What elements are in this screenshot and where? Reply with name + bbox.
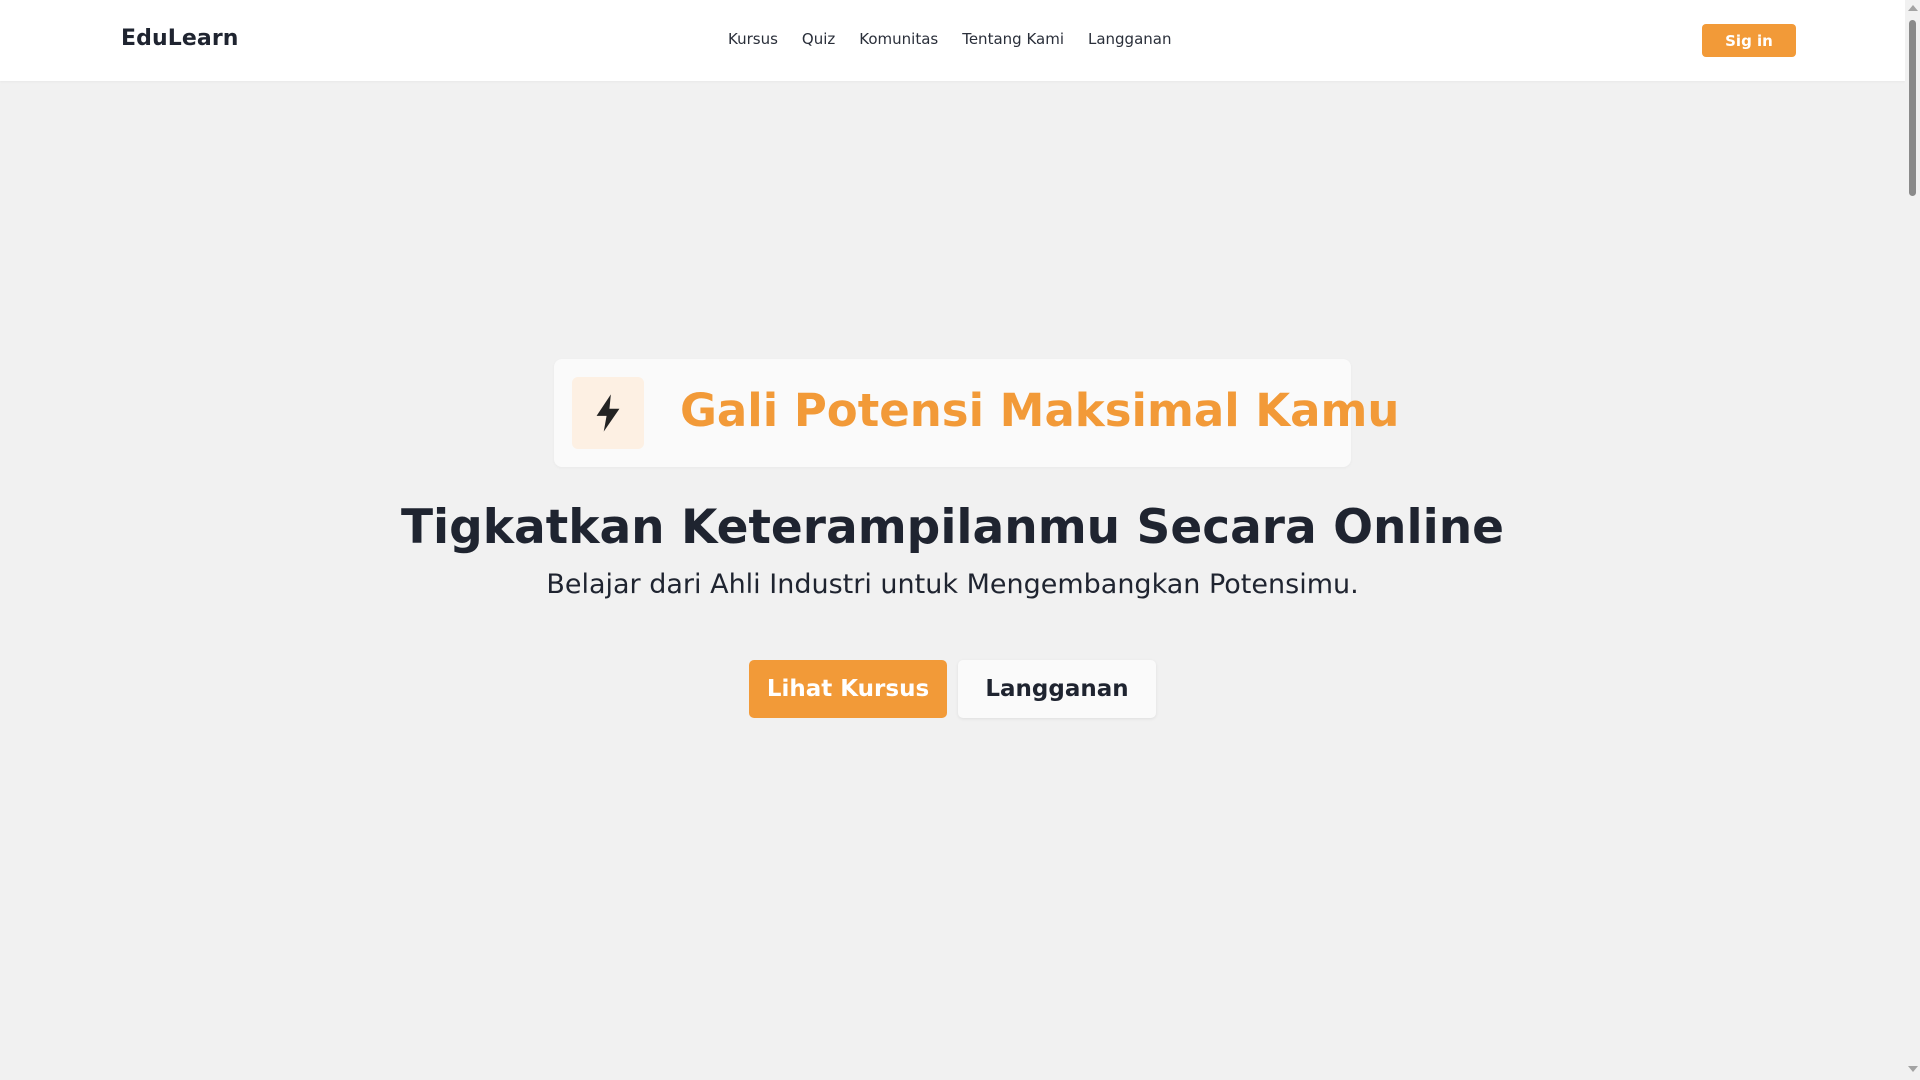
navbar: EduLearn Kursus Quiz Komunitas Tentang K… bbox=[0, 0, 1905, 81]
badge-text: Gali Potensi Maksimal Kamu bbox=[680, 384, 1400, 437]
scroll-down-arrow-icon[interactable] bbox=[1908, 1066, 1918, 1072]
badge-icon-container bbox=[572, 377, 644, 449]
scroll-up-arrow-icon[interactable] bbox=[1908, 5, 1918, 11]
hero-title: Tigkatkan Keterampilanmu Secara Online bbox=[400, 500, 1505, 555]
brand-logo[interactable]: EduLearn bbox=[121, 26, 239, 51]
view-courses-button[interactable]: Lihat Kursus bbox=[749, 660, 947, 718]
signin-button[interactable]: Sig in bbox=[1702, 24, 1796, 57]
lightning-icon bbox=[596, 394, 620, 432]
scrollbar-thumb[interactable] bbox=[1909, 20, 1916, 196]
nav-link-tentang-kami[interactable]: Tentang Kami bbox=[962, 30, 1064, 48]
nav-links: Kursus Quiz Komunitas Tentang Kami Langg… bbox=[728, 30, 1171, 48]
subscribe-button[interactable]: Langganan bbox=[958, 660, 1156, 718]
nav-link-kursus[interactable]: Kursus bbox=[728, 30, 778, 48]
nav-link-quiz[interactable]: Quiz bbox=[802, 30, 835, 48]
nav-link-langganan[interactable]: Langganan bbox=[1088, 30, 1172, 48]
nav-link-komunitas[interactable]: Komunitas bbox=[859, 30, 938, 48]
vertical-scrollbar[interactable] bbox=[1905, 0, 1920, 1080]
hero-subtitle: Belajar dari Ahli Industri untuk Mengemb… bbox=[546, 569, 1359, 600]
hero-badge: Gali Potensi Maksimal Kamu bbox=[554, 359, 1399, 467]
